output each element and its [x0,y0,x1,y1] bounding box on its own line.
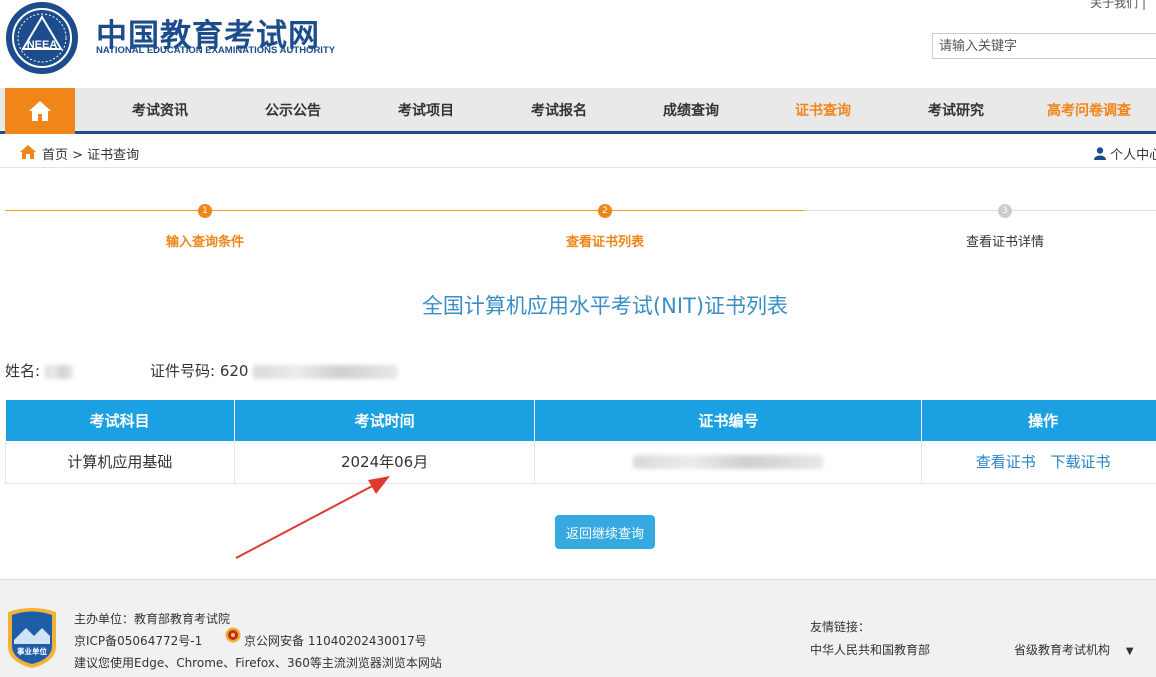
col-header-subject: 考试科目 [5,400,235,441]
site-subtitle: NATIONAL EDUCATION EXAMINATIONS AUTHORIT… [96,45,336,56]
provincial-exam-select-label: 省级教育考试机构 [1014,643,1111,657]
site-header: NEEA 中国教育考试网 NATIONAL EDUCATION EXAMINAT… [0,0,1156,88]
cell-subject: 计算机应用基础 [5,441,235,484]
nav-item-news[interactable]: 考试资讯 [120,88,200,134]
breadcrumb-text[interactable]: 首页 > 证书查询 [42,144,139,163]
svg-text:NEEA: NEEA [27,39,58,51]
page-title: 全国计算机应用水平考试(NIT)证书列表 [421,294,789,318]
footer-police[interactable]: 京公网安备 11040202430017号 [244,632,427,649]
nav-item-exams[interactable]: 考试项目 [386,88,466,134]
logo-emblem-icon: NEEA [12,8,72,68]
step-label-2: 查看证书列表 [565,235,644,250]
step-label-1: 输入查询条件 [165,235,244,250]
friend-links-title: 友情链接： [810,620,871,634]
police-badge-icon [225,627,241,643]
neea-logo[interactable]: NEEA [6,2,78,74]
step-dot-3: 3 [998,204,1012,218]
search-input[interactable] [932,33,1156,59]
cell-actions: 查看证书 下载证书 [921,441,1156,484]
nav-home-button[interactable] [5,88,75,134]
col-header-time: 考试时间 [234,400,536,441]
step-label-3: 查看证书详情 [965,235,1044,250]
download-certificate-link[interactable]: 下载证书 [1051,453,1111,471]
table-row: 计算机应用基础 2024年06月 查看证书 下载证书 [5,441,1156,484]
nav-item-research[interactable]: 考试研究 [916,88,996,134]
name-label: 姓名: [5,362,41,380]
table-header-row: 考试科目 考试时间 证书编号 操作 [5,400,1156,441]
user-center-label: 个人中心 [1110,148,1156,163]
red-arrow-annotation [235,476,390,559]
chevron-down-icon: ▼ [1125,646,1134,657]
id-value-visible: 620 [219,362,249,380]
nav-item-notices[interactable]: 公示公告 [253,88,333,134]
institution-badge[interactable]: 事业单位 [6,606,58,668]
view-certificate-link[interactable]: 查看证书 [976,453,1036,471]
svg-text:事业单位: 事业单位 [17,646,47,656]
id-field: 证件号码: 620 [150,360,399,381]
cell-cert-number [534,441,923,484]
nav-item-survey[interactable]: 高考问卷调查 [1038,88,1140,134]
back-to-query-button[interactable]: 返回继续查询 [555,515,655,549]
col-header-actions: 操作 [921,400,1156,441]
col-header-cert-number: 证书编号 [534,400,923,441]
id-label: 证件号码: [150,362,216,380]
step-dot-1: 1 [198,204,212,218]
name-field: 姓名: [5,360,73,381]
about-link[interactable]: 关于我们 | [1090,0,1146,11]
footer-host: 主办单位：教育部教育考试院 [74,612,231,626]
home-icon [20,145,36,159]
progress-steps: 1 2 3 输入查询条件 查看证书列表 查看证书详情 [0,200,1156,260]
step-dot-2: 2 [598,204,612,218]
id-redacted [253,364,399,379]
step-line-done [5,210,805,211]
user-center-link[interactable]: 个人中心 [1094,144,1156,163]
footer-browser-tip: 建议您使用Edge、Chrome、Firefox、360等主流浏览器浏览本网站 [74,656,442,670]
home-icon [29,101,51,121]
provincial-exam-select[interactable]: 省级教育考试机构 ▼ [1014,641,1134,658]
main-nav: 考试资讯 公示公告 考试项目 考试报名 成绩查询 证书查询 考试研究 高考问卷调… [0,88,1156,134]
breadcrumb: 首页 > 证书查询 个人中心 [0,137,1156,168]
nav-item-registration[interactable]: 考试报名 [519,88,599,134]
step-line-pending [805,210,1156,211]
certificate-table: 考试科目 考试时间 证书编号 操作 计算机应用基础 2024年06月 查看证书 … [5,400,1156,484]
nav-item-scores[interactable]: 成绩查询 [651,88,731,134]
friend-link-moe[interactable]: 中华人民共和国教育部 [810,641,930,658]
site-footer: 事业单位 主办单位：教育部教育考试院 京ICP备05064772号-1 京公网安… [0,579,1156,677]
cert-number-redacted [633,455,824,470]
footer-icp[interactable]: 京ICP备05064772号-1 [74,632,202,649]
nav-item-certificates[interactable]: 证书查询 [783,88,863,134]
user-icon [1094,147,1106,160]
name-redacted [44,364,73,379]
